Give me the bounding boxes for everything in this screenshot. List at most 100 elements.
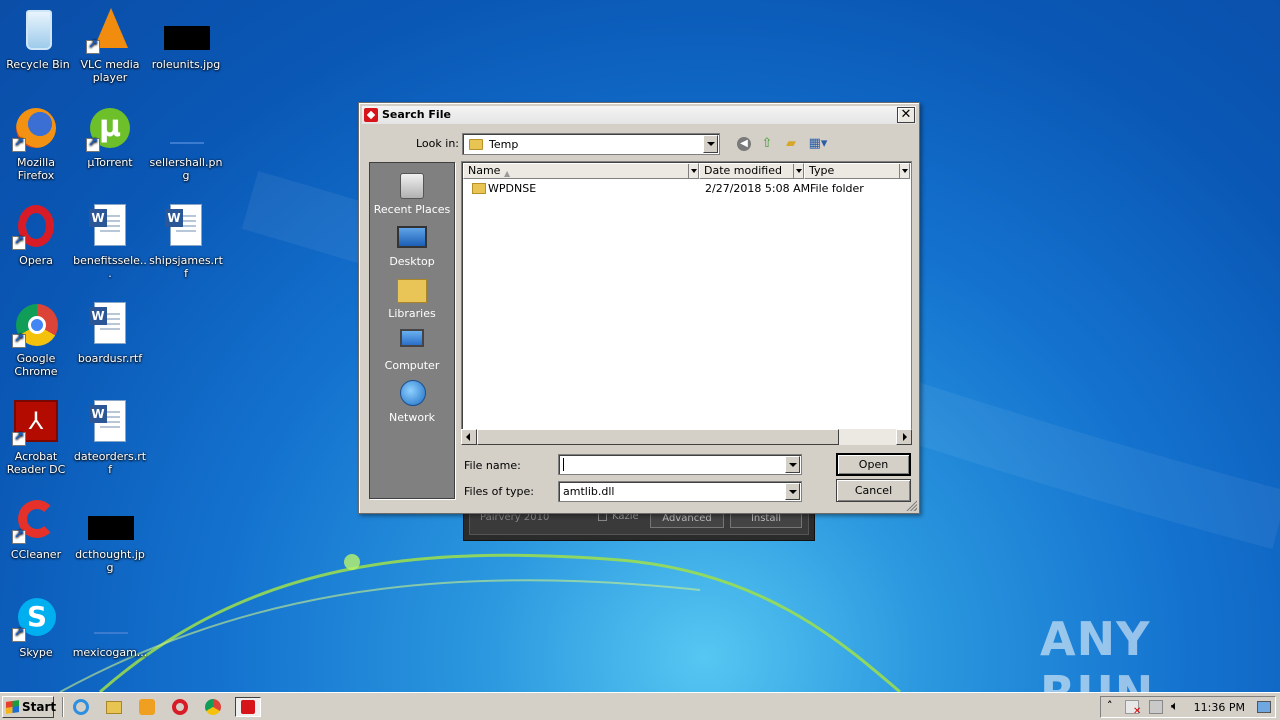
chevron-down-icon[interactable] [703,135,718,153]
look-in-value: Temp [489,138,519,151]
place-label: Libraries [388,307,436,320]
place-desktop[interactable]: Desktop [370,223,454,268]
text-caret [563,458,564,471]
new-folder-button[interactable]: ▰ [781,135,801,153]
desktop-icon-sellershall[interactable]: sellershall.png [148,104,224,182]
column-header-date[interactable]: Date modified [699,163,804,179]
view-menu-button[interactable]: ▦▾ [805,135,831,153]
close-button[interactable]: ✕ [897,107,915,123]
place-label: Network [389,411,435,424]
desktop-icon-utorrent[interactable]: µ µTorrent [72,104,148,169]
system-tray: ˄ ✕ 🔈︎ 11:36 PM [1100,696,1276,718]
clock[interactable]: 11:36 PM [1194,701,1245,714]
up-folder-icon: ⇧ [761,136,773,151]
desktop-icon [397,226,427,248]
error-badge-icon: ✕ [1133,706,1142,717]
scroll-thumb[interactable] [477,429,839,445]
taskbar-ie[interactable] [70,697,92,717]
place-libraries[interactable]: Libraries [370,275,454,320]
windows-logo-icon [6,700,19,714]
show-hidden-icons-icon[interactable]: ˄ [1107,699,1113,712]
shortcut-arrow-icon [86,136,100,152]
desktop-icon-skype[interactable]: S Skype [0,594,74,659]
image-file-icon [170,142,204,144]
places-bar: Recent Places Desktop Libraries Computer… [369,162,455,499]
chevron-down-icon[interactable] [899,164,909,178]
desktop-icon-boardusr[interactable]: W boardusr.rtf [72,300,148,365]
place-recent-places[interactable]: Recent Places [370,171,454,216]
sort-ascending-icon: ▲ [504,169,511,178]
desktop-icon-label: Recycle Bin [6,58,70,71]
open-button[interactable]: Open [836,453,911,476]
file-row[interactable]: WPDNSE 2/27/2018 5:08 AM File folder [464,181,910,197]
taskbar-media[interactable] [136,697,158,717]
taskbar: Start ˄ ✕ 🔈︎ 11:36 PM [0,692,1280,720]
taskbar-chrome[interactable] [202,697,224,717]
back-arrow-icon: ◀ [737,137,751,151]
file-list[interactable]: Name ▲ Date modified Type WPDNSE 2/27/20… [461,161,912,445]
chevron-down-icon[interactable] [785,456,800,473]
desktop-icon-firefox[interactable]: Mozilla Firefox [0,104,74,182]
desktop-icon-shipsjames[interactable]: W shipsjames.rtf [148,202,224,280]
place-network[interactable]: Network [370,379,454,424]
desktop-icon-label: µTorrent [87,156,133,169]
scroll-left-button[interactable] [461,429,477,445]
media-player-icon [139,699,155,715]
shortcut-arrow-icon [12,136,26,152]
column-header-type[interactable]: Type [804,163,910,179]
image-file-icon [164,26,210,50]
taskbar-app-active[interactable] [235,697,261,717]
show-desktop-icon[interactable] [1257,701,1271,713]
desktop-icon-ccleaner[interactable]: CCleaner [0,496,74,561]
folder-icon [469,139,483,150]
network-icon [400,380,426,406]
chevron-down-icon[interactable] [785,483,800,500]
folder-icon [106,701,122,714]
dialog-titlebar[interactable]: Search File ✕ [362,106,916,124]
desktop-icon-label: Opera [19,254,53,267]
scroll-right-button[interactable] [896,429,912,445]
column-header-label: Type [809,164,835,177]
start-label: Start [22,700,57,714]
resize-grip-icon[interactable] [905,499,917,511]
file-name-combo[interactable] [558,454,802,475]
chrome-icon [205,699,221,715]
horizontal-scrollbar[interactable] [461,429,912,445]
file-name: WPDNSE [488,182,537,195]
app-icon [241,700,255,714]
desktop-icon-roleunits[interactable]: roleunits.jpg [148,6,224,71]
look-in-combo[interactable]: Temp [462,133,720,155]
desktop-icon-label: shipsjames.rtf [149,254,223,280]
desktop-icon-dcthought[interactable]: dcthought.jpg [72,496,148,574]
chevron-down-icon[interactable] [688,164,698,178]
shortcut-arrow-icon [12,332,26,348]
desktop-icon-vlc[interactable]: VLC media player [72,6,148,84]
files-of-type-label: Files of type: [464,485,535,498]
place-computer[interactable]: Computer [370,327,454,372]
start-button[interactable]: Start [2,696,57,718]
volume-icon[interactable]: 🔈︎ [1171,699,1179,714]
back-button[interactable]: ◀ [734,135,754,153]
desktop-icon-acrobat[interactable]: ⅄ Acrobat Reader DC [0,398,74,476]
desktop-icon-mexicogam[interactable]: mexicogam... [72,594,148,659]
desktop-icon-benefitssele[interactable]: W benefitssele... [72,202,148,280]
recent-places-icon [400,173,424,199]
anyrun-watermark: ANY RUN [1040,612,1153,692]
desktop-icon-chrome[interactable]: Google Chrome [0,300,74,378]
taskbar-opera[interactable] [169,697,191,717]
desktop-icon-label: boardusr.rtf [77,352,143,365]
desktop-icon-opera[interactable]: Opera [0,202,74,267]
column-header-name[interactable]: Name ▲ [463,163,699,179]
chevron-down-icon[interactable] [793,164,803,178]
desktop-icon-dateorders[interactable]: W dateorders.rtf [72,398,148,476]
up-folder-button[interactable]: ⇧ [757,135,777,153]
libraries-icon [397,279,427,303]
taskbar-explorer[interactable] [103,697,125,717]
place-label: Computer [384,359,440,372]
cancel-button[interactable]: Cancel [836,479,911,502]
desktop-icon-recycle-bin[interactable]: Recycle Bin [0,6,76,71]
look-in-label: Look in: [416,137,459,150]
shortcut-arrow-icon [12,626,26,642]
files-of-type-select[interactable]: amtlib.dll [558,481,802,502]
network-tray-icon[interactable] [1149,700,1163,714]
